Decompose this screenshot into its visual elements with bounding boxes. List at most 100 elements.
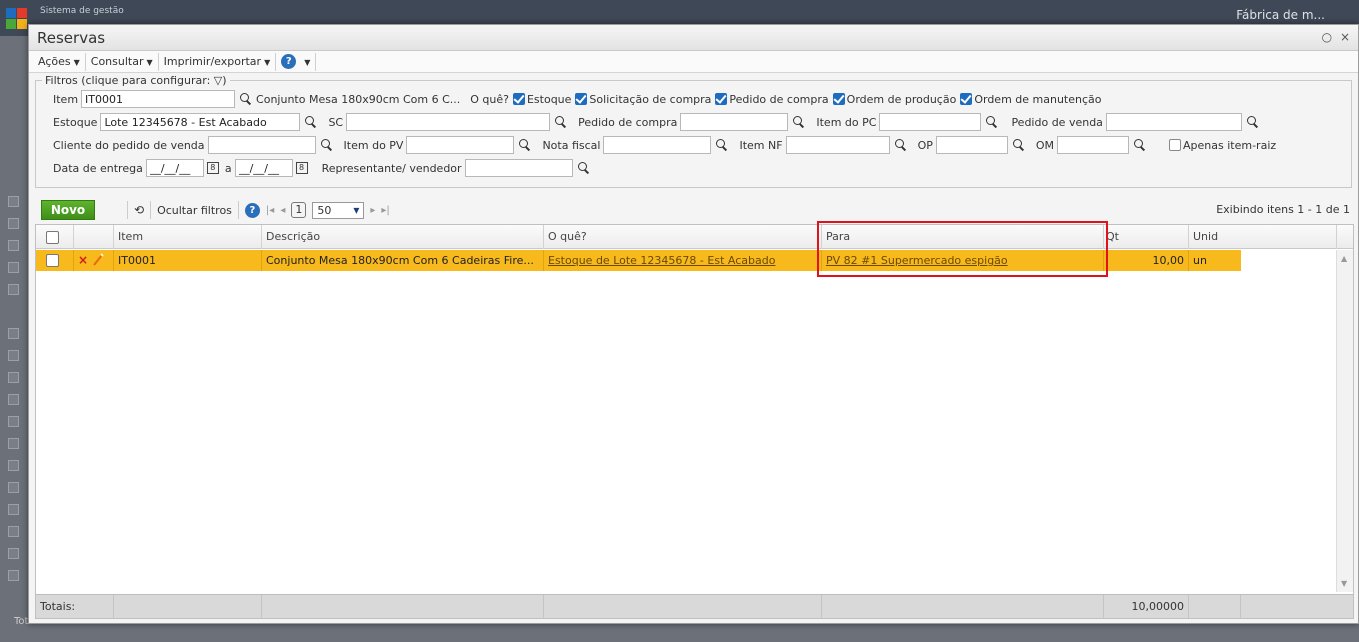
invoice-search-icon[interactable] [715,138,729,152]
page-number-input[interactable]: 1 [291,202,307,218]
page-size-select[interactable]: 50 [312,201,365,219]
scroll-down-icon[interactable]: ▼ [1341,579,1347,588]
sales-order-input[interactable] [1105,113,1242,131]
sales-order-search-icon[interactable] [1246,115,1260,129]
company-name[interactable]: Fábrica de m... [1236,8,1325,22]
scroll-up-icon[interactable]: ▲ [1341,254,1347,263]
bg-checkbox [8,548,19,559]
row-what-link[interactable]: Estoque de Lote 12345678 - Est Acabado [548,254,775,267]
representative-search-icon[interactable] [577,161,591,175]
header-item[interactable]: Item [114,225,262,249]
so-item-input[interactable] [406,136,515,154]
representative-label: Representante/ vendedor [321,161,462,175]
bg-checkbox [8,460,19,471]
sc-search-icon[interactable] [554,115,568,129]
table-row[interactable]: × IT0001 Conjunto Mesa 180x90cm Com 6 Ca… [36,250,1241,271]
bg-checkbox [8,372,19,383]
help-icon[interactable]: ? [244,202,260,218]
hide-filters-button[interactable]: Ocultar filtros [157,204,232,217]
row-checkbox[interactable] [46,254,59,267]
header-select-all[interactable] [36,225,74,249]
header-to[interactable]: Para [822,225,1104,249]
invoice-input[interactable] [603,136,712,154]
caret-down-icon: ▼ [146,57,153,67]
item-description: Conjunto Mesa 180x90cm Com 6 C... [256,92,461,106]
option-maintenance-order-label: Ordem de manutenção [974,92,1102,106]
menu-print-export[interactable]: Imprimir/exportar ▼ [159,52,277,71]
last-page-icon[interactable]: ▸| [381,205,389,216]
om-search-icon[interactable] [1133,138,1147,152]
header-what[interactable]: O quê? [544,225,822,249]
grid-totals: Totais: 10,00000 [36,594,1353,618]
delivery-from-input[interactable] [145,159,204,177]
next-page-icon[interactable]: ▸ [370,205,375,216]
select-all-checkbox[interactable] [46,231,59,244]
bg-checkbox [8,394,19,405]
modal-header: Reservas ○ × [29,25,1358,51]
new-button[interactable]: Novo [41,200,95,220]
po-item-input[interactable] [879,113,982,131]
edit-icon[interactable] [92,253,104,267]
menu-actions[interactable]: Ações ▼ [33,52,86,71]
invoice-item-search-icon[interactable] [894,138,908,152]
item-label: Item [53,92,79,106]
bg-checkbox [8,262,19,273]
menu-consult[interactable]: Consultar ▼ [86,52,159,71]
op-search-icon[interactable] [1012,138,1026,152]
so-client-search-icon[interactable] [320,138,334,152]
reservations-modal: Reservas ○ × Ações ▼ Consultar ▼ Imprimir/… [28,24,1359,624]
grid-header: Item Descrição O quê? Para Qt Unid [36,225,1353,249]
purchase-order-search-icon[interactable] [792,115,806,129]
caret-down-icon: ▼ [73,57,80,67]
checkbox-purchase-request[interactable] [575,93,588,105]
chat-icon[interactable]: ○ [1322,30,1332,44]
om-label: OM [1035,138,1055,152]
background-footer [0,622,1359,642]
checkbox-stock[interactable] [512,93,525,105]
representative-input[interactable] [464,159,573,177]
filters-legend[interactable]: Filtros (clique para configurar: ▽) [42,74,230,87]
help-icon: ? [281,54,297,69]
root-only-label: Apenas item-raiz [1183,138,1277,152]
vertical-scrollbar[interactable]: ▲ ▼ [1336,250,1353,592]
om-input[interactable] [1057,136,1130,154]
date-to-label: a [224,161,232,175]
option-production-order-label: Ordem de produção [846,92,957,106]
filter-funnel-icon[interactable]: ▽ [214,74,222,87]
first-page-icon[interactable]: |◂ [266,205,274,216]
so-client-input[interactable] [207,136,316,154]
root-only-checkbox[interactable] [1169,139,1182,151]
so-item-search-icon[interactable] [518,138,532,152]
stock-input[interactable] [100,113,301,131]
menu-help[interactable]: ? ▼ [276,52,317,71]
header-description[interactable]: Descrição [262,225,544,249]
sc-input[interactable] [346,113,551,131]
purchase-order-input[interactable] [680,113,789,131]
delete-icon[interactable]: × [78,250,88,271]
item-input[interactable] [81,90,236,108]
calendar-icon[interactable]: 8 [206,162,219,174]
bg-checkbox [8,328,19,339]
invoice-item-input[interactable] [785,136,890,154]
modal-title: Reservas [37,29,106,47]
header-unit[interactable]: Unid [1189,225,1337,249]
refresh-icon[interactable]: ⟲ [134,203,144,217]
header-qty[interactable]: Qt [1104,225,1189,249]
row-item: IT0001 [114,250,262,271]
header-actions [74,225,114,249]
bg-checkbox [8,416,19,427]
op-input[interactable] [935,136,1008,154]
checkbox-maintenance-order[interactable] [960,93,973,105]
checkbox-production-order[interactable] [832,93,845,105]
filters-panel: Filtros (clique para configurar: ▽) Item… [35,74,1352,188]
calendar-icon[interactable]: 8 [295,162,308,174]
stock-search-icon[interactable] [304,115,318,129]
prev-page-icon[interactable]: ◂ [280,205,285,216]
delivery-to-input[interactable] [234,159,293,177]
close-icon[interactable]: × [1340,30,1350,44]
row-to-link[interactable]: PV 82 #1 Supermercado espigão [826,254,1008,267]
po-item-search-icon[interactable] [985,115,999,129]
checkbox-purchase-order[interactable] [715,93,728,105]
item-search-icon[interactable] [239,92,253,106]
background-list [0,36,28,642]
